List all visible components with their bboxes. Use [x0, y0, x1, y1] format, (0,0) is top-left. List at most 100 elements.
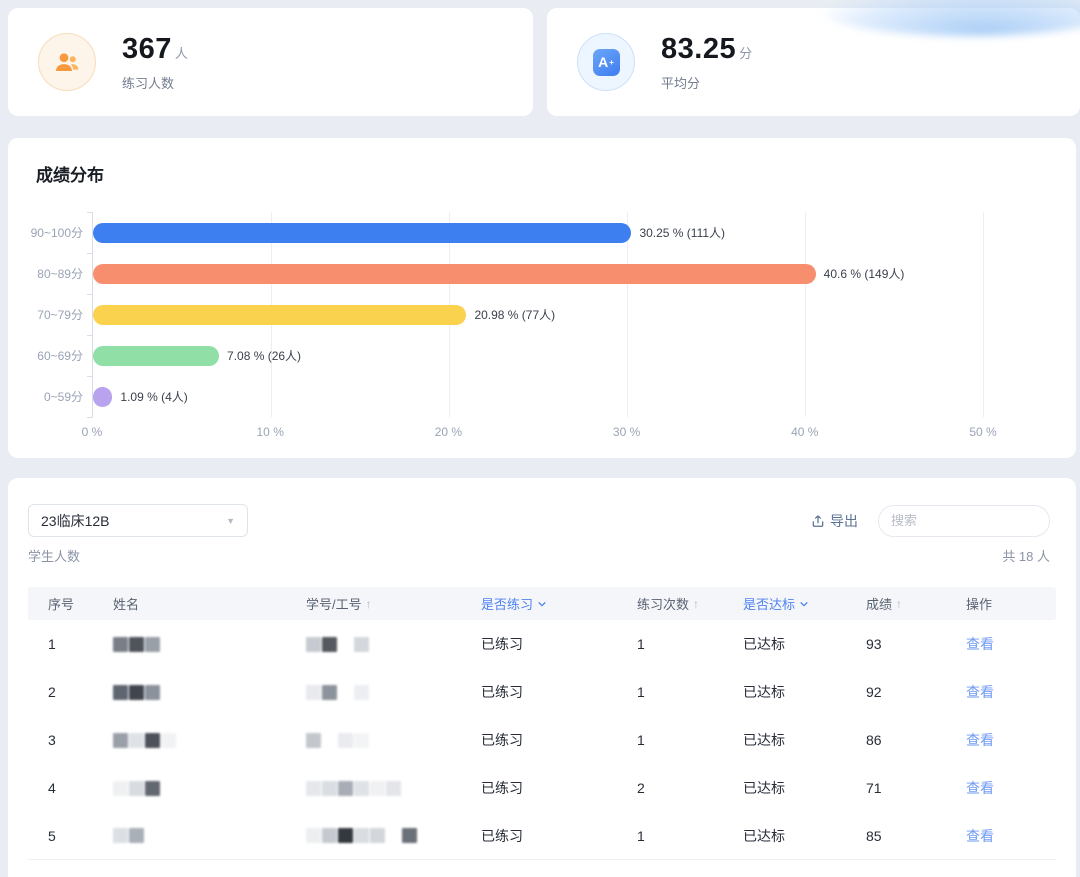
attempt-count: 1 [637, 732, 743, 748]
column-header[interactable]: 是否练习 [481, 594, 637, 613]
table-row: 5已练习1已达标85查看 [28, 812, 1056, 860]
attempt-count: 1 [637, 828, 743, 844]
view-link[interactable]: 查看 [966, 636, 994, 652]
users-icon [38, 33, 96, 91]
x-tick-label: 10 % [257, 425, 284, 439]
category-label: 60~69分 [37, 347, 83, 364]
bar-90~100分 [93, 223, 631, 243]
view-link[interactable]: 查看 [966, 828, 994, 844]
student-name-redacted [113, 637, 306, 652]
bar-row: 60~69分7.08 % (26人) [93, 335, 983, 376]
row-index: 4 [48, 780, 113, 796]
category-label: 90~100分 [31, 224, 83, 241]
bar-value-label: 7.08 % (26人) [227, 347, 301, 364]
average-score-label: 平均分 [661, 73, 753, 92]
bar-row: 80~89分40.6 % (149人) [93, 253, 983, 294]
bar-value-label: 30.25 % (111人) [639, 224, 725, 241]
student-id-redacted [306, 733, 481, 748]
table-subbar: 学生人数 共 18 人 [28, 546, 1050, 565]
chevron-down-icon[interactable] [799, 599, 809, 609]
column-header[interactable]: 是否达标 [743, 594, 866, 613]
search-box[interactable] [878, 505, 1050, 537]
category-label: 70~79分 [37, 306, 83, 323]
average-score-value: 83.25分 [661, 33, 753, 66]
bar-row: 0~59分1.09 % (4人) [93, 376, 983, 417]
average-score-unit: 分 [739, 46, 753, 61]
view-link[interactable]: 查看 [966, 732, 994, 748]
score: 86 [866, 732, 966, 748]
bar-value-label: 20.98 % (77人) [474, 306, 555, 323]
table-header-row: 序号姓名学号/工号↑是否练习练习次数↑是否达标成绩↑操作 [28, 587, 1056, 620]
score: 92 [866, 684, 966, 700]
table-row: 4已练习2已达标71查看 [28, 764, 1056, 812]
x-tick-label: 50 % [969, 425, 996, 439]
student-name-redacted [113, 685, 306, 700]
column-header: 姓名 [113, 594, 306, 613]
export-button[interactable]: 导出 [811, 511, 858, 531]
attempt-count: 1 [637, 684, 743, 700]
table-row: 1已练习1已达标93查看 [28, 620, 1056, 668]
practiced-status: 已练习 [481, 778, 637, 798]
column-header[interactable]: 学号/工号↑ [306, 594, 481, 613]
standard-status: 已达标 [743, 682, 866, 702]
column-header: 操作 [966, 594, 1056, 613]
category-label: 80~89分 [37, 265, 83, 282]
sort-asc-icon[interactable]: ↑ [366, 597, 372, 611]
bar-0~59分 [93, 387, 112, 407]
student-name-redacted [113, 828, 306, 843]
bar-row: 90~100分30.25 % (111人) [93, 212, 983, 253]
practice-count-value: 367人 [122, 33, 188, 66]
x-tick-label: 0 % [82, 425, 103, 439]
sort-asc-icon[interactable]: ↑ [693, 597, 699, 611]
total-count: 共 18 人 [1002, 546, 1050, 565]
average-score-card: A+ 83.25分 平均分 [547, 8, 1080, 116]
gridline [983, 212, 984, 417]
view-link[interactable]: 查看 [966, 780, 994, 796]
student-id-redacted [306, 828, 481, 843]
student-table: 序号姓名学号/工号↑是否练习练习次数↑是否达标成绩↑操作 1已练习1已达标93查… [28, 587, 1056, 860]
chevron-down-icon[interactable] [537, 599, 547, 609]
bar-chart-plot: 90~100分30.25 % (111人)80~89分40.6 % (149人)… [92, 212, 983, 417]
chart-x-axis: 0 %10 %20 %30 %40 %50 % [92, 425, 983, 441]
y-axis-tick [87, 417, 93, 418]
practice-count-unit: 人 [175, 46, 189, 61]
class-select-value: 23临床12B [41, 511, 109, 531]
row-index: 3 [48, 732, 113, 748]
practice-count-card: 367人 练习人数 [8, 8, 533, 116]
table-row: 3已练习1已达标86查看 [28, 716, 1056, 764]
table-body: 1已练习1已达标93查看2已练习1已达标92查看3已练习1已达标86查看4已练习… [28, 620, 1056, 860]
class-select-dropdown[interactable]: 23临床12B ▼ [28, 504, 248, 537]
practice-count-label: 练习人数 [122, 73, 188, 92]
student-id-redacted [306, 685, 481, 700]
practiced-status: 已练习 [481, 826, 637, 846]
sort-asc-icon[interactable]: ↑ [896, 597, 902, 611]
x-tick-label: 20 % [435, 425, 462, 439]
attempt-count: 2 [637, 780, 743, 796]
attempt-count: 1 [637, 636, 743, 652]
x-tick-label: 30 % [613, 425, 640, 439]
row-index: 1 [48, 636, 113, 652]
row-index: 2 [48, 684, 113, 700]
score: 85 [866, 828, 966, 844]
practiced-status: 已练习 [481, 730, 637, 750]
column-header: 序号 [48, 594, 113, 613]
bar-60~69分 [93, 346, 219, 366]
export-icon [811, 514, 825, 528]
standard-status: 已达标 [743, 778, 866, 798]
student-name-redacted [113, 781, 306, 796]
student-id-redacted [306, 637, 481, 652]
column-header[interactable]: 成绩↑ [866, 594, 966, 613]
student-count-label: 学生人数 [28, 546, 80, 565]
practiced-status: 已练习 [481, 682, 637, 702]
x-tick-label: 40 % [791, 425, 818, 439]
bar-80~89分 [93, 264, 816, 284]
column-header[interactable]: 练习次数↑ [637, 594, 743, 613]
view-link[interactable]: 查看 [966, 684, 994, 700]
standard-status: 已达标 [743, 826, 866, 846]
score: 93 [866, 636, 966, 652]
student-table-card: 23临床12B ▼ 导出 学生人数 共 18 人 序号姓名学号/工号↑是否练习练… [8, 478, 1076, 877]
table-toolbar: 23临床12B ▼ 导出 [28, 504, 1050, 537]
category-label: 0~59分 [44, 388, 83, 405]
search-input[interactable] [891, 513, 1067, 528]
student-id-redacted [306, 781, 481, 796]
